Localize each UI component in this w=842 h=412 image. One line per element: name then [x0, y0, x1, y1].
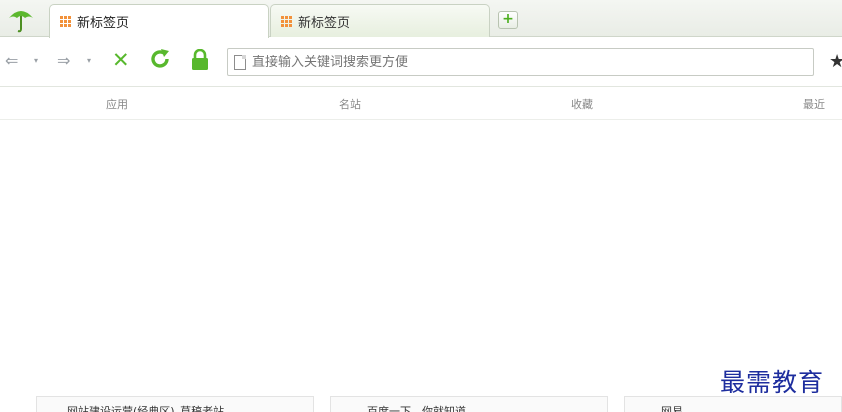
tab-grid-icon — [281, 15, 292, 27]
browser-window: 新标签页 新标签页 + ⇐ ▾ ⇒ ▾ ✕ ★ 应用 名站 收藏 最近 — [0, 0, 842, 412]
tab-inactive[interactable]: 新标签页 — [270, 4, 490, 37]
back-history-chevron-down-icon[interactable]: ▾ — [34, 56, 38, 65]
address-bar[interactable] — [227, 48, 814, 76]
page-icon — [234, 54, 246, 70]
tab-label: 新标签页 — [77, 16, 130, 31]
back-arrow-icon[interactable]: ⇐ — [5, 51, 18, 70]
new-tab-button[interactable]: + — [498, 11, 518, 29]
category-recent[interactable]: 最近 — [803, 96, 825, 112]
address-input[interactable] — [252, 54, 792, 70]
tab-strip: 新标签页 新标签页 + — [0, 0, 842, 38]
watermark-text: 最需教育 — [720, 368, 825, 397]
category-favorites[interactable]: 收藏 — [571, 96, 593, 112]
umbrella-logo-icon[interactable] — [6, 4, 36, 34]
forward-history-chevron-down-icon[interactable]: ▾ — [87, 56, 91, 65]
tab-grid-icon — [60, 16, 71, 27]
category-famous-sites[interactable]: 名站 — [339, 96, 361, 112]
tab-active[interactable]: 新标签页 — [49, 4, 269, 38]
site-card-label: 网站建设运营(经典区)_草稿老站 — [67, 405, 225, 412]
category-apps[interactable]: 应用 — [106, 96, 128, 112]
star-icon[interactable]: ★ — [829, 51, 842, 72]
site-card-label: 百度一下，你就知道 — [367, 405, 466, 412]
stop-x-icon[interactable]: ✕ — [112, 48, 130, 72]
site-card-label: 网易 — [661, 405, 683, 412]
toolbar: ⇐ ▾ ⇒ ▾ ✕ ★ — [0, 37, 842, 87]
tab-label: 新标签页 — [298, 15, 351, 31]
site-card[interactable]: 网站建设运营(经典区)_草稿老站 — [36, 396, 314, 412]
refresh-icon[interactable] — [148, 47, 172, 71]
site-card[interactable]: 百度一下，你就知道 — [330, 396, 608, 412]
forward-arrow-icon[interactable]: ⇒ — [57, 51, 70, 70]
lock-icon[interactable] — [191, 49, 209, 71]
category-nav: 应用 名站 收藏 最近 — [0, 88, 842, 120]
